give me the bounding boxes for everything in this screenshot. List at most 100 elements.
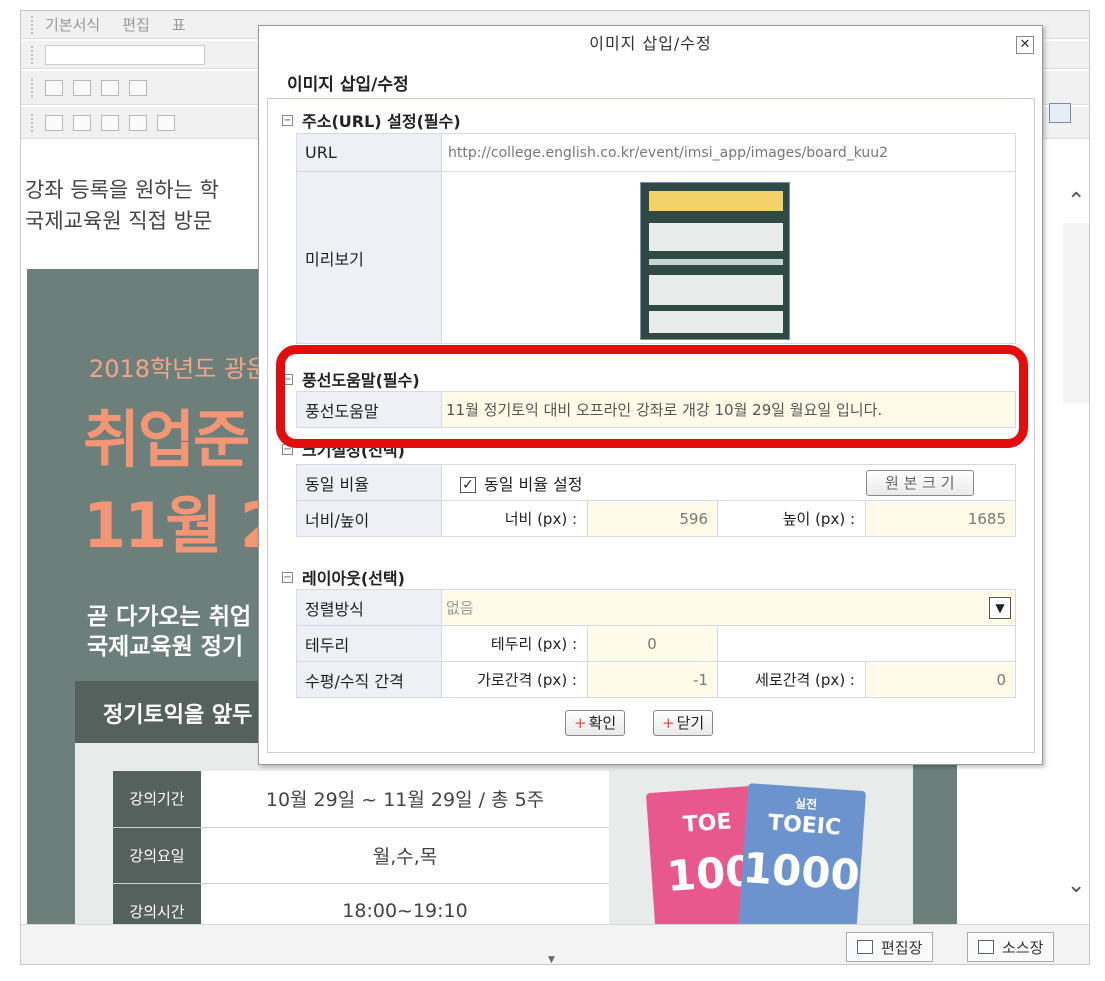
- edit-mode-icon: [857, 940, 873, 954]
- width-input[interactable]: 596: [588, 501, 716, 536]
- close-button[interactable]: + 닫기: [653, 710, 714, 736]
- menu-table[interactable]: 표: [172, 14, 186, 35]
- image-preview: [640, 182, 790, 340]
- textbox-icon[interactable]: [73, 79, 91, 96]
- close-button-label: 닫기: [676, 714, 705, 732]
- table-value: 10월 29일 ~ 11월 29일 / 총 5주: [201, 771, 609, 828]
- dialog-title: 이미지 삽입/수정: [589, 34, 712, 53]
- cut-icon[interactable]: [45, 114, 63, 131]
- scroll-up-icon[interactable]: ⌃: [1067, 189, 1085, 214]
- toolbar-grip: [31, 78, 35, 97]
- url-cell: http://college.english.co.kr/event/imsi_…: [441, 133, 1016, 172]
- preview-band: [649, 311, 783, 333]
- vspace-input[interactable]: 0: [866, 662, 1014, 697]
- banner-subtitle-line2: 국제교육원 정기: [87, 634, 244, 660]
- preview-band: [649, 191, 783, 211]
- menu-format[interactable]: 기본서식: [45, 14, 100, 35]
- document-line: 강좌 등록을 원하는 학: [25, 178, 219, 202]
- original-size-button[interactable]: 원 본 크 기: [866, 470, 974, 496]
- table-value: 월,수,목: [201, 827, 609, 884]
- table-row: 강의요일 월,수,목: [113, 827, 609, 884]
- vspace-label: 세로간격 (px) :: [717, 661, 866, 698]
- table-row: 강의기간 10월 29일 ~ 11월 29일 / 총 5주: [113, 771, 609, 828]
- banner-title-line1: 취업준: [83, 403, 250, 476]
- banner-title-line2: 11월 2: [83, 489, 283, 562]
- menu-edit[interactable]: 편집: [122, 14, 150, 35]
- hspace-input[interactable]: -1: [588, 662, 716, 697]
- height-input[interactable]: 1685: [866, 501, 1014, 536]
- lecture-table: 강의기간 10월 29일 ~ 11월 29일 / 총 5주 강의요일 월,수,목 강…: [113, 771, 609, 924]
- plus-icon: +: [662, 714, 675, 732]
- collapse-icon[interactable]: −: [282, 114, 293, 126]
- dialog-heading: 이미지 삽입/수정: [287, 75, 409, 95]
- toolbar-grip: [31, 45, 35, 64]
- source-mode-button[interactable]: 소스장: [967, 932, 1055, 962]
- table-icon[interactable]: [45, 79, 63, 96]
- plus-icon: +: [574, 714, 587, 732]
- image-dialog: 이미지 삽입/수정 ✕ 이미지 삽입/수정 − 주소(URL) 설정(필수) UR…: [258, 25, 1043, 765]
- ratio-checkbox-label: 동일 비율 설정: [484, 474, 583, 494]
- table-value: 18:00~19:10: [201, 883, 609, 924]
- resize-handle-icon[interactable]: ▼: [548, 955, 555, 965]
- scrollbar-track[interactable]: [1063, 223, 1089, 403]
- ok-button-label: 확인: [588, 714, 617, 732]
- banner-year-text: 2018학년도 광운: [89, 355, 269, 383]
- layout-section-label: 레이아웃(선택): [302, 569, 405, 588]
- align-value: 없음: [446, 599, 474, 617]
- toolbar-grip: [31, 113, 35, 132]
- source-mode-label: 소스장: [1002, 938, 1044, 957]
- banner-info-heading-text: 정기토익을 앞두: [103, 703, 253, 728]
- indent-icon[interactable]: [101, 79, 119, 96]
- book-number: 1000: [741, 842, 862, 900]
- scroll-down-icon[interactable]: ⌄: [1067, 873, 1085, 898]
- dropdown-arrow-icon[interactable]: ▼: [989, 597, 1011, 619]
- border-empty-cell: [717, 625, 1016, 662]
- table-row: 강의시간 18:00~19:10: [113, 883, 609, 924]
- hspace-cell: -1: [587, 661, 718, 698]
- layout-section-title[interactable]: − 레이아웃(선택): [282, 565, 405, 589]
- url-section-label: 주소(URL) 설정(필수): [302, 112, 461, 131]
- close-icon[interactable]: ✕: [1016, 36, 1034, 54]
- font-select[interactable]: [45, 44, 205, 65]
- hspace-label: 가로간격 (px) :: [441, 661, 588, 698]
- table-key: 강의기간: [113, 771, 201, 828]
- document-text[interactable]: 강좌 등록을 원하는 학 국제교육원 직접 방문: [25, 175, 219, 237]
- align-label: 정렬방식: [296, 589, 442, 626]
- fullscreen-icon[interactable]: [1049, 103, 1071, 123]
- checkbox-icon[interactable]: ✓: [460, 477, 476, 493]
- toolbar-grip: [31, 15, 35, 34]
- ok-button[interactable]: + 확인: [565, 710, 626, 736]
- book-cover-blue: 실전 TOEIC 1000: [737, 783, 867, 924]
- highlight-box: [276, 345, 1028, 448]
- size-table: 동일 비율 ✓ 동일 비율 설정 원 본 크 기 너비/높이 너비 (px) : …: [296, 464, 1016, 537]
- layout-table: 정렬방식 없음 ▼ 테두리 테두리 (px) : 0 수평/수직 간격 가로간격…: [296, 589, 1016, 698]
- banner-subtitle-line1: 곧 다가오는 취업: [87, 604, 252, 630]
- outdent-icon[interactable]: [129, 79, 147, 96]
- border-label: 테두리: [296, 625, 442, 662]
- source-mode-icon: [978, 940, 994, 954]
- width-label: 너비 (px) :: [441, 500, 588, 537]
- width-cell: 596: [587, 500, 718, 537]
- edit-mode-button[interactable]: 편집장: [846, 932, 934, 962]
- preview-icon[interactable]: [129, 114, 147, 131]
- border-px-label: 테두리 (px) :: [441, 625, 588, 662]
- url-section-title[interactable]: − 주소(URL) 설정(필수): [282, 108, 461, 132]
- preview-band: [649, 223, 783, 251]
- table-key: 강의시간: [113, 883, 201, 924]
- document-line: 국제교육원 직접 방문: [25, 209, 213, 233]
- height-cell: 1685: [865, 500, 1016, 537]
- height-label: 높이 (px) :: [717, 500, 866, 537]
- paste-icon[interactable]: [101, 114, 119, 131]
- url-input[interactable]: http://college.english.co.kr/event/imsi_…: [442, 145, 1014, 161]
- preview-band: [649, 259, 783, 265]
- edit-mode-label: 편집장: [881, 938, 923, 957]
- collapse-icon[interactable]: −: [282, 571, 293, 583]
- vspace-cell: 0: [865, 661, 1016, 698]
- ratio-label: 동일 비율: [296, 464, 442, 501]
- ratio-cell: ✓ 동일 비율 설정 원 본 크 기: [441, 464, 1016, 501]
- align-select[interactable]: 없음 ▼: [441, 589, 1016, 626]
- mode-bar: 편집장 소스장: [21, 924, 1089, 964]
- copy-icon[interactable]: [73, 114, 91, 131]
- border-input[interactable]: 0: [588, 626, 716, 661]
- print-icon[interactable]: [157, 114, 175, 131]
